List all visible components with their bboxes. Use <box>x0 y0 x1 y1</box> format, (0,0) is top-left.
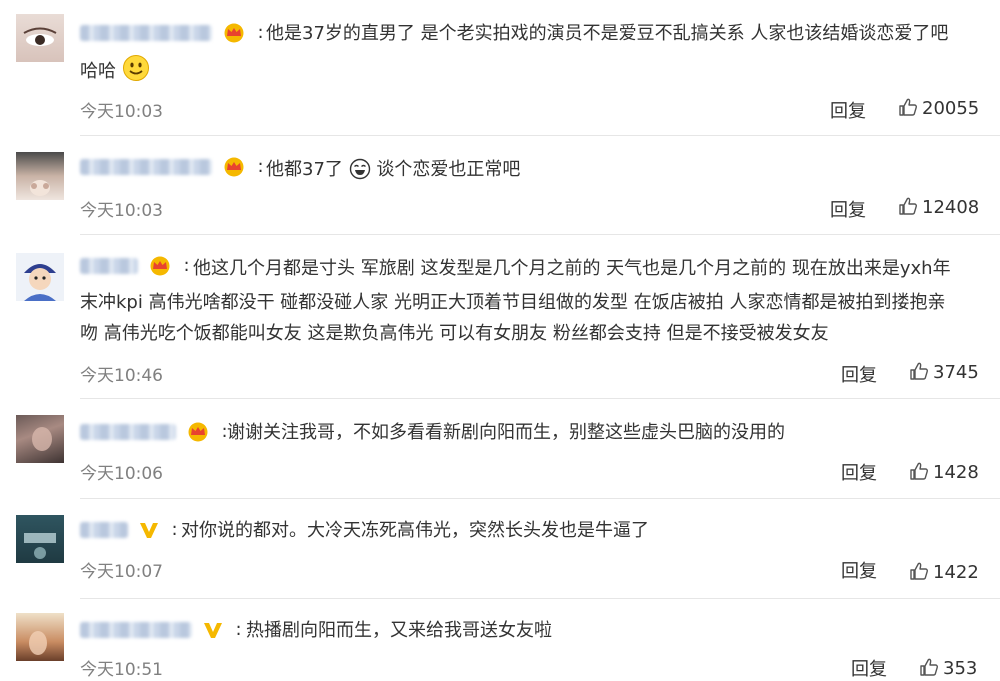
like-count: 20055 <box>922 98 980 119</box>
like-button[interactable]: 1422 <box>909 561 979 583</box>
like-count: 353 <box>943 658 978 679</box>
thumbs-up-icon <box>899 197 917 215</box>
comment-time: 今天10:51 <box>80 660 163 680</box>
reply-button[interactable]: 回复 <box>851 655 887 681</box>
thumbs-up-icon <box>899 98 917 116</box>
comment-text: 热播剧向阳而生，又来给我哥送女友啦 <box>246 620 552 641</box>
avatar[interactable] <box>16 415 64 463</box>
reply-button[interactable]: 回复 <box>830 97 866 123</box>
comment-item: : 他是37岁的直男了 是个老实拍戏的演员不是爱豆不乱搞关系 人家也该结婚谈恋爱… <box>0 0 1000 136</box>
comment-time: 今天10:07 <box>80 562 163 582</box>
like-button[interactable]: 20055 <box>898 97 979 119</box>
comment-text: 他是37岁的直男了 是个老实拍戏的演员不是爱豆不乱搞关系 人家也该结婚谈恋爱了吧 <box>266 23 949 44</box>
like-count: 3745 <box>933 362 979 383</box>
verified-v-icon <box>139 523 158 538</box>
crown-badge-icon <box>224 157 244 177</box>
comment-item: : 对你说的都对。大冷天冻死高伟光，突然长头发也是牛逼了 今天10:07 回复 … <box>0 499 1000 599</box>
like-count: 1428 <box>933 462 979 483</box>
avatar[interactable] <box>16 613 64 661</box>
comment-item: : 他都37了 谈个恋爱也正常吧 今天10:03 回复 12408 <box>0 136 1000 235</box>
thumbs-up-icon <box>910 362 928 380</box>
username[interactable]: : <box>80 421 242 442</box>
reply-button[interactable]: 回复 <box>841 459 877 485</box>
crown-badge-icon <box>188 422 208 442</box>
comment-text: 哈哈 <box>80 54 150 88</box>
like-button[interactable]: 12408 <box>898 196 979 218</box>
comment-text: 他都37了 谈个恋爱也正常吧 <box>266 158 521 180</box>
username[interactable]: : <box>80 255 204 276</box>
like-button[interactable]: 353 <box>919 657 977 679</box>
like-count: 1422 <box>933 562 979 583</box>
comment-text: 吻 高伟光吃个饭都能叫女友 这是欺负高伟光 可以有女朋友 粉丝都会支持 但是不接… <box>80 323 829 344</box>
comment-time: 今天10:46 <box>80 366 163 386</box>
comment-item: : 他这几个月都是寸头 军旅剧 这发型是几个月之前的 天气也是几个月之前的 现在… <box>0 235 1000 399</box>
avatar[interactable] <box>16 515 64 563</box>
comment-item: : 热播剧向阳而生，又来给我哥送女友啦 今天10:51 回复 353 <box>0 599 1000 680</box>
comment-list: : 他是37岁的直男了 是个老实拍戏的演员不是爱豆不乱搞关系 人家也该结婚谈恋爱… <box>0 0 1000 680</box>
laugh-cry-emoji-icon <box>349 158 370 180</box>
comment-time: 今天10:06 <box>80 464 163 484</box>
username[interactable]: : <box>80 519 192 540</box>
verified-v-icon <box>203 623 222 638</box>
comment-time: 今天10:03 <box>80 201 163 221</box>
avatar[interactable] <box>16 253 64 301</box>
reply-button[interactable]: 回复 <box>841 557 877 583</box>
comment-text: 对你说的都对。大冷天冻死高伟光，突然长头发也是牛逼了 <box>181 520 649 541</box>
like-count: 12408 <box>922 197 980 218</box>
thumbs-up-icon <box>910 562 928 580</box>
comment-text: 他这几个月都是寸头 军旅剧 这发型是几个月之前的 天气也是几个月之前的 现在放出… <box>193 258 951 279</box>
like-button[interactable]: 1428 <box>909 461 979 483</box>
username[interactable]: : <box>80 156 278 177</box>
comment-time: 今天10:03 <box>80 102 163 122</box>
reply-button[interactable]: 回复 <box>841 361 877 387</box>
comment-text: 末冲kpi 高伟光啥都没干 碰都没碰人家 光明正大顶着节目组做的发型 在饭店被拍… <box>80 292 946 313</box>
crown-badge-icon <box>150 256 170 276</box>
thumbs-up-icon <box>920 658 938 676</box>
thumbs-up-icon <box>910 462 928 480</box>
avatar[interactable] <box>16 152 64 200</box>
like-button[interactable]: 3745 <box>909 361 979 383</box>
smile-emoji-icon <box>122 55 149 81</box>
username[interactable]: : <box>80 619 256 640</box>
avatar[interactable] <box>16 14 64 62</box>
comment-text: 谢谢关注我哥，不如多看看新剧向阳而生，别整这些虚头巴脑的没用的 <box>227 422 785 443</box>
username[interactable]: : <box>80 22 278 43</box>
comment-item: : 谢谢关注我哥，不如多看看新剧向阳而生，别整这些虚头巴脑的没用的 今天10:0… <box>0 399 1000 499</box>
reply-button[interactable]: 回复 <box>830 196 866 222</box>
crown-badge-icon <box>224 23 244 43</box>
